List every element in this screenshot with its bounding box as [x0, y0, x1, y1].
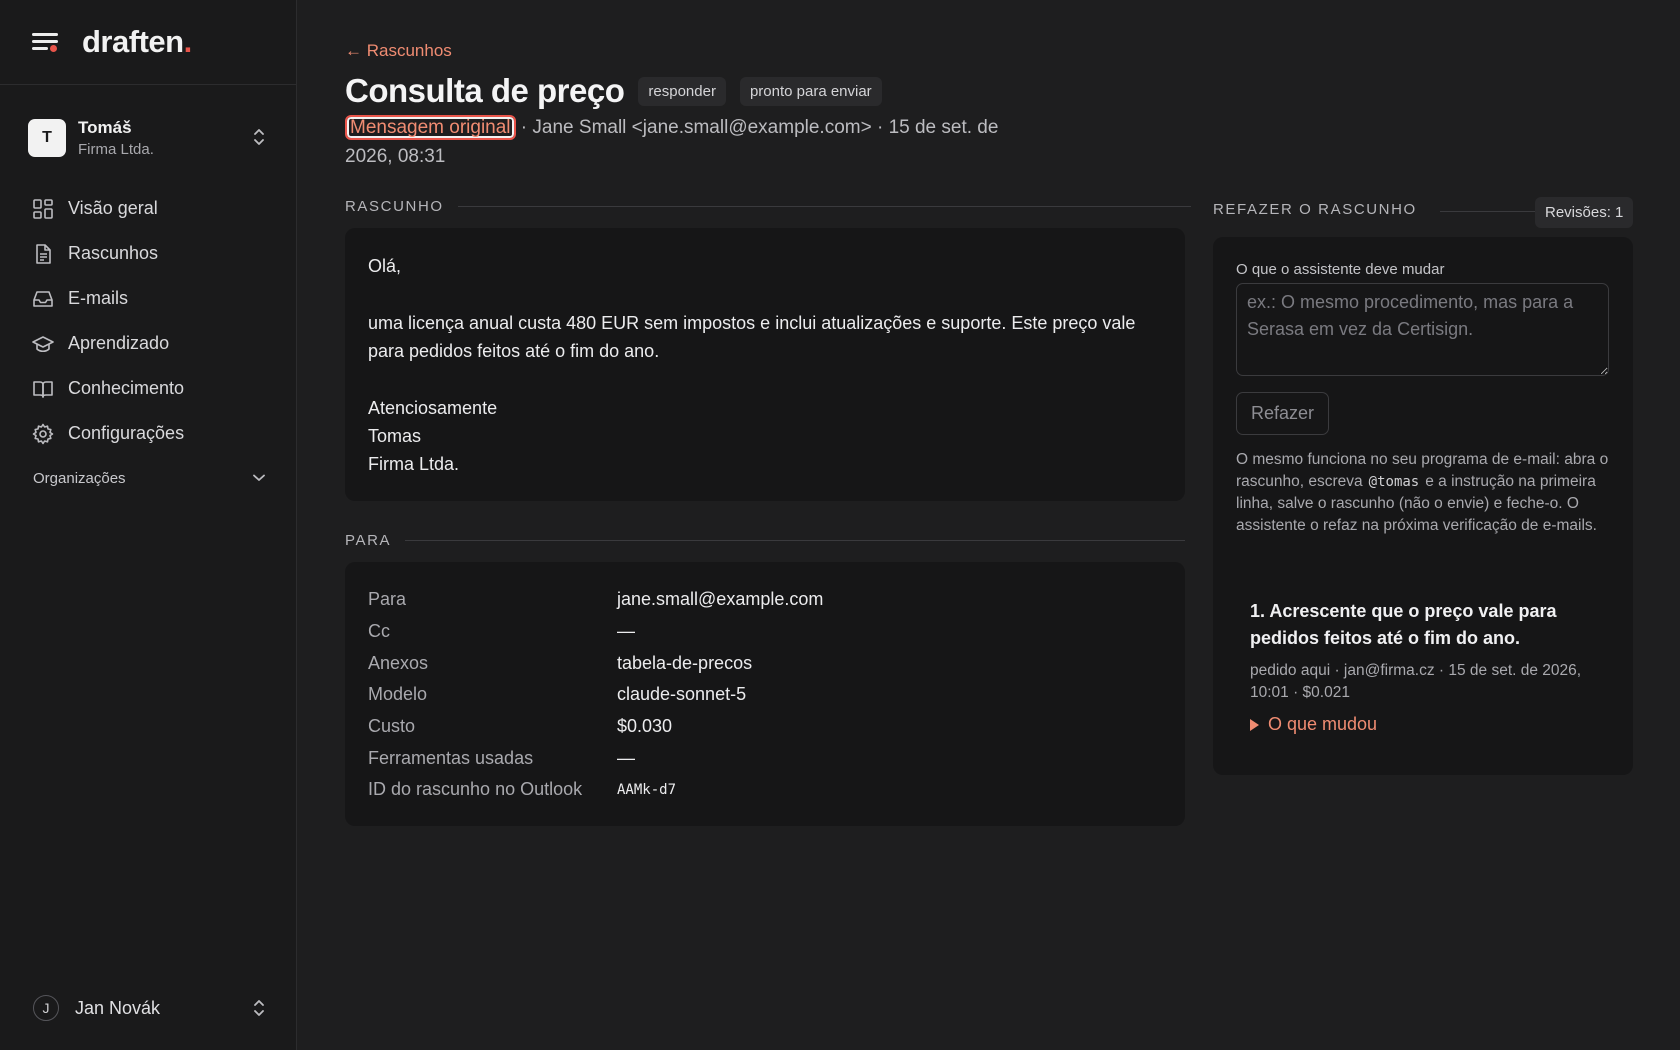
- organizations-label: Organizações: [33, 469, 126, 487]
- message-meta: Mensagem original · Jane Small <jane.sma…: [345, 113, 1005, 171]
- para-section-title: PARA: [345, 532, 392, 549]
- detail-row: Cc —: [368, 616, 1162, 648]
- triangle-right-icon: [1250, 718, 1259, 731]
- sidebar-item-label: E-mails: [68, 288, 129, 308]
- user-name: Jan Novák: [75, 997, 161, 1018]
- detail-row: ID do rascunho no Outlook AAMk-d7: [368, 774, 1162, 806]
- detail-value: jane.small@example.com: [617, 589, 824, 610]
- document-icon: [36, 243, 51, 264]
- draft-body: uma licença anual custa 480 EUR sem impo…: [368, 313, 1136, 361]
- draft-signature-company: Firma Ltda.: [368, 454, 460, 474]
- what-changed-label: O que mudou: [1268, 714, 1378, 734]
- para-section-label: PARA: [345, 532, 1186, 549]
- instruction-label: O que o assistente deve mudar: [1236, 261, 1445, 278]
- draft-closing: Atenciosamente: [368, 398, 498, 418]
- account-switcher[interactable]: T Tomáš Firma Ltda.: [28, 116, 273, 160]
- sidebar-item-label: Visão geral: [68, 198, 158, 218]
- page-title: Consulta de preço: [345, 72, 625, 109]
- sidebar-item-visao-geral[interactable]: Visão geral: [32, 186, 272, 231]
- detail-key: Ferramentas usadas: [368, 747, 534, 768]
- inbox-icon: [33, 290, 53, 307]
- gear-icon: [32, 423, 54, 444]
- detail-value: AAMk-d7: [617, 781, 677, 798]
- revision-meta: pedido aqui · jan@firma.cz · 15 de set. …: [1250, 662, 1582, 701]
- original-message-link[interactable]: Mensagem original: [345, 115, 516, 140]
- redo-button[interactable]: Refazer: [1236, 392, 1330, 435]
- draft-card: Olá, uma licença anual custa 480 EUR sem…: [345, 228, 1185, 501]
- sidebar-item-label: Rascunhos: [68, 243, 159, 263]
- brand-bar: draften.: [0, 0, 296, 85]
- draft-greeting: Olá,: [368, 256, 402, 276]
- sidebar-item-conhecimento[interactable]: Conhecimento: [32, 366, 272, 411]
- detail-row: Para jane.small@example.com: [368, 584, 1162, 616]
- sidebar-item-rascunhos[interactable]: Rascunhos: [32, 231, 272, 276]
- redo-section-label: REFAZER O RASCUNHO: [1213, 201, 1417, 218]
- sidebar-item-label: Configurações: [68, 423, 185, 443]
- status-badge-responder: responder: [638, 76, 726, 106]
- title-row: Consulta de preço responder pronto para …: [345, 72, 882, 110]
- user-switcher[interactable]: J Jan Novák: [33, 993, 265, 1023]
- sidebar-item-label: Aprendizado: [68, 333, 170, 353]
- sidebar-item-aprendizado[interactable]: Aprendizado: [32, 321, 272, 366]
- detail-value: claude-sonnet-5: [617, 684, 747, 705]
- detail-key: Anexos: [368, 652, 429, 673]
- help-text: O mesmo funciona no seu programa de e-ma…: [1236, 451, 1609, 534]
- chevron-down-icon: [253, 474, 265, 481]
- detail-value: $0.030: [617, 716, 673, 737]
- draft-section-title: RASCUNHO: [345, 198, 444, 215]
- detail-key: Para: [368, 589, 407, 610]
- sidebar-item-configuracoes[interactable]: Configurações: [32, 411, 272, 456]
- draft-section-label: RASCUNHO: [345, 198, 1191, 215]
- account-avatar: T: [28, 119, 66, 157]
- detail-row: Modelo claude-sonnet-5: [368, 679, 1162, 711]
- sidebar-item-label: Conhecimento: [68, 378, 185, 398]
- chevron-updown-icon: [254, 1000, 264, 1016]
- sidebar: draften. T Tomáš Firma Ltda. Visão geral…: [0, 0, 297, 1050]
- detail-key: Custo: [368, 716, 416, 737]
- redo-panel: O que o assistente deve mudar Refazer O …: [1213, 237, 1633, 775]
- detail-key: Modelo: [368, 684, 428, 705]
- graduation-cap-icon: [32, 335, 54, 352]
- detail-row: Custo $0.030: [368, 711, 1162, 743]
- divider: [1440, 211, 1550, 212]
- user-avatar: J: [33, 995, 59, 1021]
- detail-value: tabela-de-precos: [617, 652, 753, 673]
- detail-value: —: [617, 747, 635, 768]
- logo: draften.: [82, 24, 192, 59]
- back-link[interactable]: ← Rascunhos: [345, 41, 452, 61]
- organizations-toggle[interactable]: Organizações: [33, 466, 265, 490]
- detail-row: Anexos tabela-de-precos: [368, 647, 1162, 679]
- what-changed-toggle[interactable]: O que mudou: [1250, 714, 1610, 735]
- revision-item: 1. Acrescente que o preço vale para pedi…: [1250, 598, 1610, 735]
- menu-icon[interactable]: [32, 31, 60, 53]
- sidebar-nav: Visão geral Rascunhos E-mails Aprendizad…: [32, 186, 272, 456]
- sidebar-item-emails[interactable]: E-mails: [32, 276, 272, 321]
- revisions-badge: Revisões: 1: [1535, 197, 1634, 228]
- detail-row: Ferramentas usadas —: [368, 742, 1162, 774]
- account-name: Tomáš: [78, 118, 132, 137]
- detail-key: ID do rascunho no Outlook: [368, 779, 583, 800]
- detail-key: Cc: [368, 621, 390, 642]
- chevron-updown-icon: [254, 129, 264, 145]
- draft-signature-name: Tomas: [368, 426, 422, 446]
- recipient-details-card: Para jane.small@example.com Cc — Anexos tab…: [345, 562, 1185, 826]
- account-org: Firma Ltda.: [78, 141, 154, 158]
- mention-code: @tomas: [1368, 474, 1420, 490]
- status-badge-ready: pronto para enviar: [739, 76, 882, 106]
- dashboard-icon: [33, 198, 53, 219]
- instruction-input[interactable]: [1236, 283, 1609, 376]
- book-icon: [33, 380, 53, 398]
- revision-title: 1. Acrescente que o preço vale para pedi…: [1250, 601, 1557, 648]
- detail-value: —: [617, 621, 635, 642]
